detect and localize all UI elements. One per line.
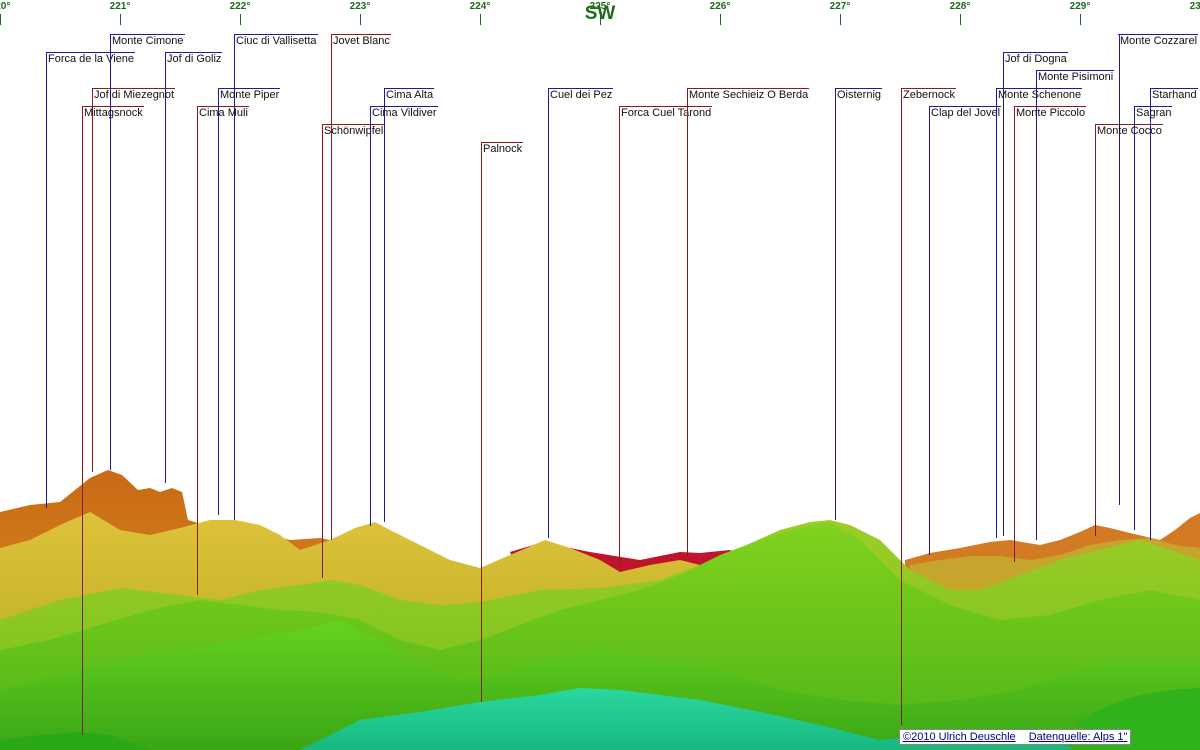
peak-marker-line xyxy=(1036,70,1037,540)
degree-label: 228° xyxy=(949,1,971,12)
degree-tick xyxy=(360,14,361,25)
peak-label[interactable]: Sagran xyxy=(1134,106,1173,120)
peak-label[interactable]: Jof di Goliz xyxy=(165,52,223,66)
degree-label: 229° xyxy=(1069,1,1091,12)
peak-marker-line xyxy=(46,52,47,508)
degree-tick xyxy=(960,14,961,25)
degree-tick xyxy=(840,14,841,25)
peak-marker-line xyxy=(901,88,902,725)
peak-marker-line xyxy=(1095,124,1096,536)
degree-label: 223° xyxy=(349,1,371,12)
peak-label[interactable]: Monte Cocco xyxy=(1095,124,1163,138)
degree-tick xyxy=(0,14,1,25)
compass-direction: SW xyxy=(584,3,616,24)
peak-marker-line xyxy=(218,88,219,515)
peak-marker-line xyxy=(82,106,83,735)
peak-marker-line xyxy=(197,106,198,595)
degree-label: 227° xyxy=(829,1,851,12)
copyright-link[interactable]: ©2010 Ulrich Deuschle xyxy=(903,731,1016,743)
peak-label[interactable]: Forca Cuel Tarond xyxy=(619,106,713,120)
peak-marker-line xyxy=(996,88,997,538)
peak-marker-line xyxy=(1119,34,1120,505)
peak-marker-line xyxy=(1134,106,1135,530)
data-source-link[interactable]: Datenquelle: Alps 1" xyxy=(1029,731,1128,743)
degree-tick xyxy=(720,14,721,25)
panorama-view: 220°221°222°223°224°225°226°227°228°229°… xyxy=(0,0,1200,750)
peak-label[interactable]: Monte Piper xyxy=(218,88,281,102)
peak-marker-line xyxy=(165,52,166,483)
peak-label[interactable]: Mittagsnock xyxy=(82,106,144,120)
degree-tick xyxy=(1080,14,1081,25)
peak-label[interactable]: Cuel dei Pez xyxy=(548,88,614,102)
degree-tick xyxy=(120,14,121,25)
peak-label[interactable]: Jof di Dogna xyxy=(1003,52,1068,66)
degree-tick xyxy=(240,14,241,25)
peak-marker-line xyxy=(929,106,930,555)
peak-label[interactable]: Monte Schenone xyxy=(996,88,1083,102)
degree-label: 226° xyxy=(709,1,731,12)
degree-label: 221° xyxy=(109,1,131,12)
degree-label: 222° xyxy=(229,1,251,12)
peak-marker-line xyxy=(1014,106,1015,562)
peak-marker-line xyxy=(835,88,836,520)
peak-marker-line xyxy=(1003,52,1004,536)
credit-bar: ©2010 Ulrich Deuschle Datenquelle: Alps … xyxy=(899,729,1132,745)
peak-label[interactable]: Ciuc di Vallisetta xyxy=(234,34,318,48)
peak-marker-line xyxy=(370,106,371,526)
peak-marker-line xyxy=(331,34,332,540)
degree-label: 220° xyxy=(0,1,11,12)
peak-label[interactable]: Starhand xyxy=(1150,88,1198,102)
degree-label: 230° xyxy=(1189,1,1200,12)
peak-label[interactable]: Monte Sechieiz O Berda xyxy=(687,88,810,102)
peak-label[interactable]: Forca de la Viene xyxy=(46,52,136,66)
peak-label[interactable]: Palnock xyxy=(481,142,524,156)
peak-label[interactable]: Cima Vildiver xyxy=(370,106,438,120)
peak-label[interactable]: Schönwipfel xyxy=(322,124,385,138)
peak-marker-line xyxy=(1150,88,1151,540)
peak-marker-line xyxy=(92,88,93,472)
peak-marker-line xyxy=(481,142,482,702)
peak-marker-line xyxy=(548,88,549,538)
peak-marker-line xyxy=(687,88,688,556)
peak-label[interactable]: Monte Piccolo xyxy=(1014,106,1087,120)
peak-label[interactable]: Cima Muli xyxy=(197,106,249,120)
peak-label[interactable]: Oisternig xyxy=(835,88,883,102)
degree-tick xyxy=(480,14,481,25)
degree-label: 224° xyxy=(469,1,491,12)
peak-label[interactable]: Monte Cimone xyxy=(110,34,185,48)
peak-marker-line xyxy=(619,106,620,566)
peak-label[interactable]: Monte Cozzarel xyxy=(1118,34,1199,48)
peak-marker-line xyxy=(384,88,385,522)
peak-marker-line xyxy=(322,124,323,578)
peak-label[interactable]: Monte Pisimoni xyxy=(1036,70,1115,84)
peak-label[interactable]: Jof di Miezegnot xyxy=(92,88,176,102)
peak-label[interactable]: Jovet Blanc xyxy=(331,34,391,48)
peak-label[interactable]: Cima Alta xyxy=(384,88,435,102)
peak-label[interactable]: Zebernock xyxy=(901,88,956,102)
peak-label[interactable]: Clap del Jovel xyxy=(929,106,1002,120)
